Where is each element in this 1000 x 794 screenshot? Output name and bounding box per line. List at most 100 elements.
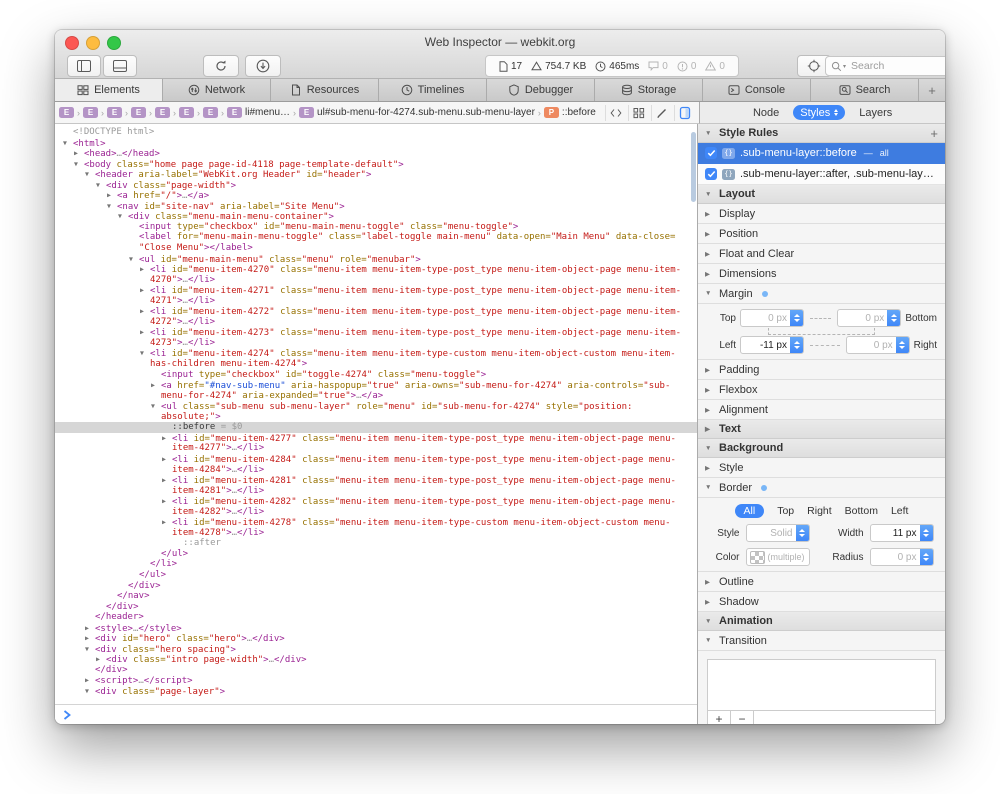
- section-header-layout[interactable]: ▼Layout: [698, 185, 945, 204]
- section-header-style-rules[interactable]: ▼Style Rules+: [698, 124, 945, 143]
- border-segment-left[interactable]: Left: [891, 505, 909, 517]
- disclosure-triangle[interactable]: ▶: [85, 633, 95, 644]
- sidebar-row-padding[interactable]: ▶Padding: [698, 360, 945, 380]
- toggle-split-console-button[interactable]: [103, 55, 137, 77]
- disclosure-triangle[interactable]: ▼: [705, 637, 715, 644]
- disclosure-triangle[interactable]: ▶: [107, 190, 117, 201]
- tab-search[interactable]: Search: [811, 79, 919, 101]
- tab-console[interactable]: Console: [703, 79, 811, 101]
- zoom-window-button[interactable]: [107, 36, 121, 50]
- toolbar-search-field[interactable]: ▾: [825, 56, 945, 76]
- dom-scrollbar-thumb[interactable]: [691, 132, 696, 202]
- sidebar-row-float-and-clear[interactable]: ▶Float and Clear: [698, 244, 945, 264]
- disclosure-triangle[interactable]: ▶: [85, 623, 95, 634]
- dom-tree-row[interactable]: ▶<li id="menu-item-4282" class="menu-ite…: [55, 496, 697, 507]
- tab-debugger[interactable]: Debugger: [487, 79, 595, 101]
- close-window-button[interactable]: [65, 36, 79, 50]
- sidebar-row-style[interactable]: ▶Style: [698, 458, 945, 478]
- dom-tree-row[interactable]: 4270">…</li>: [55, 275, 697, 286]
- disclosure-triangle[interactable]: ▼: [705, 445, 715, 452]
- sidebar-row-border[interactable]: ▼Border: [698, 478, 945, 498]
- border-style-select[interactable]: Solid: [746, 524, 810, 542]
- tab-resources[interactable]: Resources: [271, 79, 379, 101]
- dom-tree-row[interactable]: 4272">…</li>: [55, 317, 697, 328]
- search-options-chevron-icon[interactable]: ▾: [843, 63, 846, 70]
- margin-left-field[interactable]: -11 px: [740, 336, 804, 354]
- disclosure-triangle[interactable]: ▶: [705, 366, 715, 374]
- stepper-control[interactable]: [887, 310, 900, 326]
- disclosure-triangle[interactable]: ▶: [705, 386, 715, 394]
- dom-tree-row[interactable]: </ul>: [55, 570, 697, 581]
- sidebar-row-outline[interactable]: ▶Outline: [698, 572, 945, 592]
- stepper-control[interactable]: [790, 337, 803, 353]
- dom-tree-row[interactable]: has-children menu-item-4274">: [55, 359, 697, 370]
- load-time[interactable]: 465ms: [595, 61, 639, 72]
- stepper-control[interactable]: [896, 337, 909, 353]
- stepper-control[interactable]: [796, 525, 809, 541]
- dom-tree-row[interactable]: ▶<li id="menu-item-4278" class="menu-ite…: [55, 517, 697, 528]
- disclosure-triangle[interactable]: ▼: [705, 130, 715, 137]
- dom-tree-row[interactable]: ▶<li id="menu-item-4281" class="menu-ite…: [55, 475, 697, 486]
- download-web-archive-button[interactable]: [245, 55, 281, 77]
- dom-tree-row[interactable]: ▶<li id="menu-item-4271" class="menu-ite…: [55, 285, 697, 296]
- border-radius-field[interactable]: 0 px: [870, 548, 934, 566]
- disclosure-triangle[interactable]: ▼: [151, 401, 161, 412]
- dom-tree-row[interactable]: item-4284">…</li>: [55, 465, 697, 476]
- dom-tree-row[interactable]: ▼<li id="menu-item-4274" class="menu-ite…: [55, 348, 697, 359]
- section-header-background[interactable]: ▼Background: [698, 439, 945, 458]
- disclosure-triangle[interactable]: ▼: [705, 618, 715, 625]
- dom-tree-row[interactable]: ▼<nav id="site-nav" aria-label="Site Men…: [55, 201, 697, 212]
- margin-top-field[interactable]: 0 px: [740, 309, 804, 327]
- dom-tree-row[interactable]: ▶<script>…</script>: [55, 675, 697, 686]
- dom-tree-row[interactable]: ::before = $0: [55, 422, 697, 433]
- warning-count[interactable]: 0: [705, 61, 725, 72]
- grid-overlay-button[interactable]: [628, 105, 649, 121]
- dom-tree-row[interactable]: item-4278">…</li>: [55, 528, 697, 539]
- disclosure-triangle[interactable]: ▶: [151, 380, 161, 391]
- dom-tree-row[interactable]: </div>: [55, 602, 697, 613]
- dom-tree-row[interactable]: ▼<ul class="sub-menu sub-menu-layer" rol…: [55, 401, 697, 412]
- dom-tree-row[interactable]: item-4281">…</li>: [55, 486, 697, 497]
- minimize-window-button[interactable]: [86, 36, 100, 50]
- stepper-control[interactable]: [920, 525, 933, 541]
- disclosure-triangle[interactable]: ▶: [140, 306, 150, 317]
- dom-tree-row[interactable]: ▶<li id="menu-item-4273" class="menu-ite…: [55, 327, 697, 338]
- new-tab-button[interactable]: +: [919, 79, 945, 101]
- tab-network[interactable]: Network: [163, 79, 271, 101]
- disclosure-triangle[interactable]: ▶: [705, 250, 715, 258]
- color-swatch[interactable]: [750, 551, 765, 564]
- dom-tree-row[interactable]: ▶<div class="intro page-width">…</div>: [55, 654, 697, 665]
- console-log-count[interactable]: 0: [648, 61, 668, 72]
- disclosure-triangle[interactable]: ▶: [705, 406, 715, 414]
- dom-tree-row[interactable]: absolute;">: [55, 412, 697, 423]
- border-segment-top[interactable]: Top: [777, 505, 794, 517]
- tab-timelines[interactable]: Timelines: [379, 79, 487, 101]
- sidebar-row-alignment[interactable]: ▶Alignment: [698, 400, 945, 420]
- disclosure-triangle[interactable]: ▶: [140, 327, 150, 338]
- disclosure-triangle[interactable]: ▶: [96, 654, 106, 665]
- dom-tree-row[interactable]: ▼<ul id="menu-main-menu" class="menu" ro…: [55, 254, 697, 265]
- disclosure-triangle[interactable]: ▶: [705, 598, 715, 606]
- disclosure-triangle[interactable]: ▼: [74, 159, 84, 170]
- dom-tree-row[interactable]: ▶<style>…</style>: [55, 623, 697, 634]
- disclosure-triangle[interactable]: ▶: [705, 210, 715, 218]
- dom-tree-row[interactable]: </header>: [55, 612, 697, 623]
- dom-tree-row[interactable]: </div>: [55, 581, 697, 592]
- disclosure-triangle[interactable]: ▼: [85, 686, 95, 697]
- dom-tree-row[interactable]: </div>: [55, 665, 697, 676]
- sidebar-row-dimensions[interactable]: ▶Dimensions: [698, 264, 945, 284]
- dom-tree-row[interactable]: ▶<head>…</head>: [55, 148, 697, 159]
- dom-tree-row[interactable]: ▼<html>: [55, 138, 697, 149]
- disclosure-triangle[interactable]: ▶: [140, 285, 150, 296]
- disclosure-triangle[interactable]: ▶: [140, 264, 150, 275]
- disclosure-triangle[interactable]: ▶: [705, 270, 715, 278]
- rule-enabled-checkbox[interactable]: [705, 147, 717, 159]
- disclosure-triangle[interactable]: ▼: [140, 348, 150, 359]
- breadcrumb-item[interactable]: E: [179, 107, 194, 118]
- margin-bottom-field[interactable]: 0 px: [837, 309, 901, 327]
- remove-transition-button[interactable]: −: [731, 711, 754, 724]
- dom-tree-row[interactable]: ▶<a href="/">…</a>: [55, 190, 697, 201]
- sidebar-row-transition[interactable]: ▼Transition: [698, 631, 945, 651]
- search-input[interactable]: [849, 59, 933, 73]
- sidebar-tab-node[interactable]: Node: [753, 107, 779, 119]
